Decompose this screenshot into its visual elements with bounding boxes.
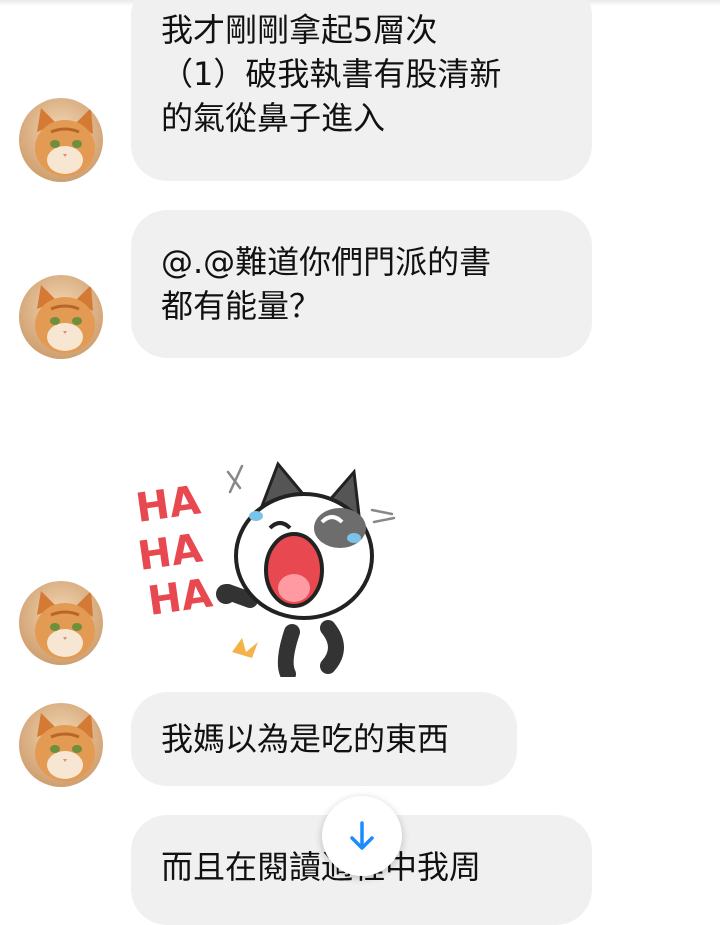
message-bubble[interactable]: 我媽以為是吃的東西 <box>131 692 517 786</box>
cat-avatar-icon <box>19 275 103 359</box>
sticker-ha-3: HA <box>145 570 215 625</box>
cat-avatar[interactable] <box>19 581 103 665</box>
message-text-line: 都有能量？ <box>161 287 322 325</box>
cat-avatar-icon <box>19 98 103 182</box>
cat-avatar-icon <box>19 703 103 787</box>
cat-avatar[interactable] <box>19 98 103 182</box>
cat-avatar-icon <box>19 581 103 665</box>
message-text-line: 我媽以為是吃的東西 <box>161 720 450 758</box>
laughing-cat-sticker[interactable]: HA HA HA <box>132 452 412 682</box>
cat-avatar[interactable] <box>19 703 103 787</box>
message-text-line: 的氣從鼻子進入 <box>161 99 386 137</box>
scroll-to-bottom-button[interactable] <box>322 796 402 876</box>
arrow-down-icon <box>350 821 374 850</box>
cat-avatar[interactable] <box>19 275 103 359</box>
message-bubble[interactable]: 我才剛剛拿起5層次 （1）破我執書有股清新 的氣從鼻子進入 <box>131 0 592 181</box>
message-text-line: （1）破我執書有股清新 <box>161 55 502 93</box>
sticker-image: HA HA HA <box>133 461 396 682</box>
message-text-line: 我才剛剛拿起5層次 <box>161 11 438 49</box>
message-text-line: @.@難道你們門派的書 <box>161 243 492 281</box>
sticker-ha-1: HA <box>133 477 203 532</box>
message-bubble[interactable]: @.@難道你們門派的書 都有能量？ <box>131 210 592 358</box>
